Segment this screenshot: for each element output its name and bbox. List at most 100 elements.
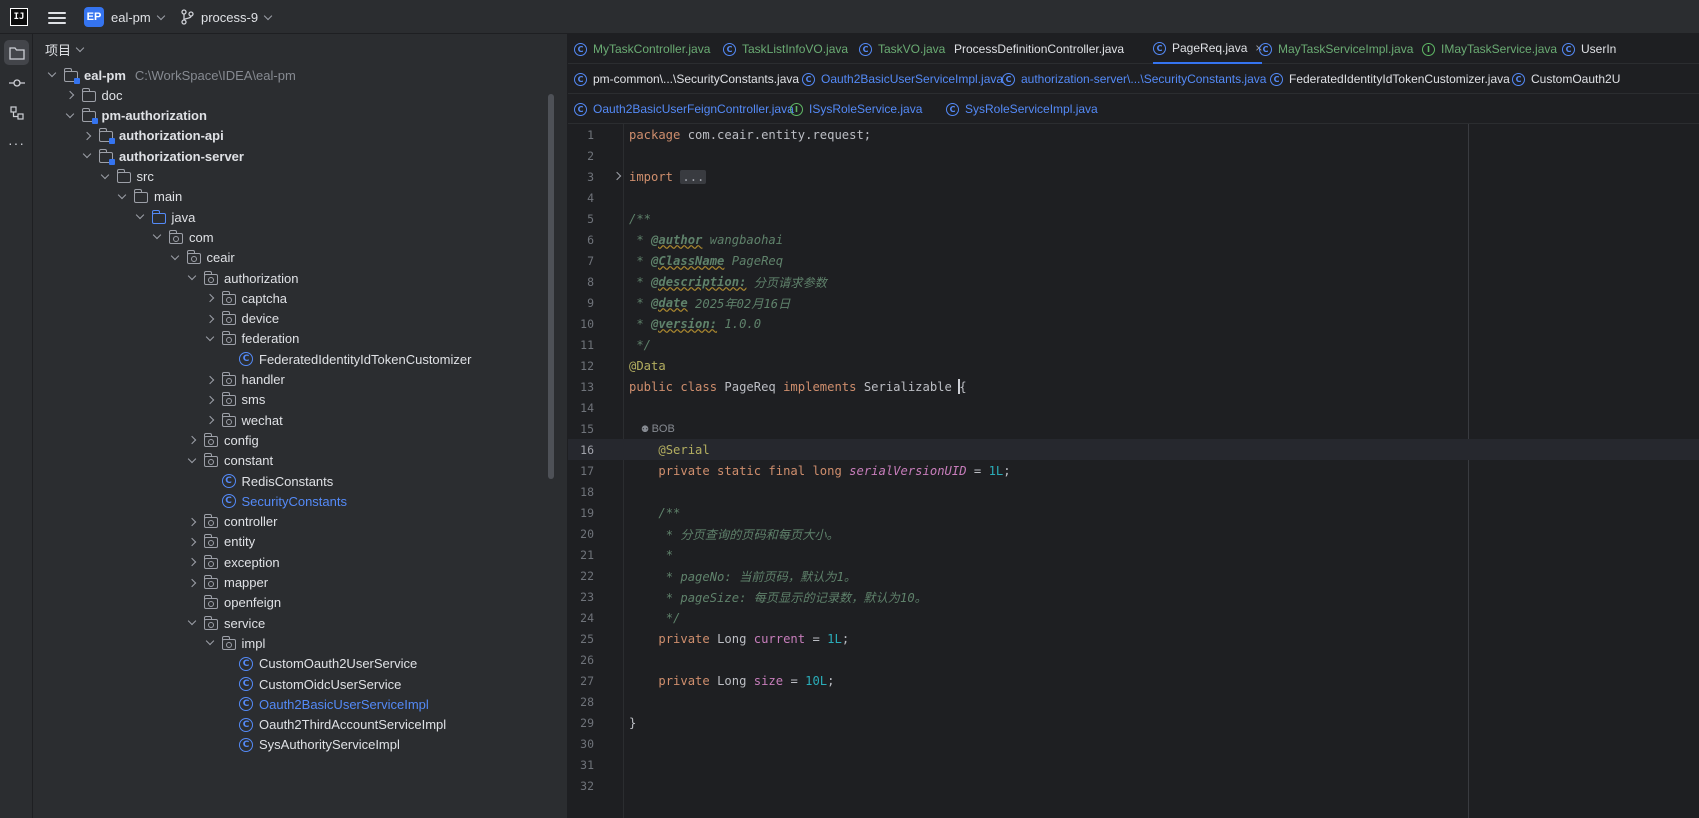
code-line[interactable]: 23 * pageSize: 每页显示的记录数，默认为10。 xyxy=(568,586,1699,607)
code-line[interactable]: 3 import ... xyxy=(568,166,1699,187)
collapse-arrow-icon[interactable] xyxy=(203,291,217,305)
tree-row[interactable]: C SysAuthorityServiceImpl xyxy=(33,734,553,756)
tree-row[interactable]: constant xyxy=(33,450,553,472)
code-line[interactable]: 12 @Data xyxy=(568,355,1699,376)
project-switcher[interactable]: EP eal-pm xyxy=(84,5,165,29)
collapse-arrow-icon[interactable] xyxy=(185,555,199,569)
expand-arrow-icon[interactable] xyxy=(98,170,112,184)
panel-header[interactable]: 项目 xyxy=(33,34,567,64)
commit-tool-button[interactable] xyxy=(4,70,29,95)
project-tool-button[interactable] xyxy=(4,40,29,65)
expand-arrow-icon[interactable] xyxy=(45,68,59,82)
tree-row[interactable]: C CustomOidcUserService xyxy=(33,673,553,695)
editor-tab[interactable]: ProcessDefinitionController.java xyxy=(954,34,1124,64)
tree-row[interactable]: exception xyxy=(33,551,553,573)
code-line[interactable]: 19 /** xyxy=(568,502,1699,523)
code-line[interactable]: 13 public class PageReq implements Serial… xyxy=(568,376,1699,397)
tree-row[interactable]: service xyxy=(33,612,553,634)
editor-tab[interactable]: C FederatedIdentityIdTokenCustomizer.java xyxy=(1270,64,1510,94)
tree-row[interactable]: openfeign xyxy=(33,592,553,614)
code-line[interactable]: 10 * @version: 1.0.0 xyxy=(568,313,1699,334)
editor-tab[interactable]: I IMayTaskService.java xyxy=(1422,34,1557,64)
code-line[interactable]: 11 */ xyxy=(568,334,1699,355)
tree-row[interactable]: federation xyxy=(33,328,553,350)
tree-row[interactable]: C SecurityConstants xyxy=(33,490,553,512)
editor-tab[interactable]: Cauthorization-server\...\SecurityConsta… xyxy=(1002,64,1266,94)
code-line[interactable]: 1 package com.ceair.entity.request; xyxy=(568,124,1699,145)
expand-arrow-icon[interactable] xyxy=(63,109,77,123)
code-line[interactable]: 2 xyxy=(568,145,1699,166)
collapse-arrow-icon[interactable] xyxy=(203,393,217,407)
editor-tab[interactable]: C CustomOauth2U xyxy=(1512,64,1620,94)
expand-arrow-icon[interactable] xyxy=(80,149,94,163)
tree-row[interactable]: controller xyxy=(33,511,553,533)
author-inlay-wrap[interactable]: ⚉ BOB xyxy=(641,423,675,435)
code-line[interactable]: 31 xyxy=(568,754,1699,775)
expand-arrow-icon[interactable] xyxy=(185,454,199,468)
intellij-logo-icon[interactable]: IJ xyxy=(10,8,28,26)
collapse-arrow-icon[interactable] xyxy=(185,535,199,549)
code-line[interactable]: 5 /** xyxy=(568,208,1699,229)
code-line[interactable]: 15 ⚉ BOB xyxy=(568,418,1699,439)
vertical-scrollbar[interactable] xyxy=(548,94,554,479)
code-line[interactable]: 14 xyxy=(568,397,1699,418)
editor-tab[interactable]: C Oauth2BasicUserServiceImpl.java xyxy=(802,64,1003,94)
editor-tab[interactable]: C PageReq.java × xyxy=(1153,34,1263,64)
code-line[interactable]: 29} xyxy=(568,712,1699,733)
code-line[interactable]: 16 @Serial xyxy=(568,439,1699,460)
code-line[interactable]: 9 * @date 2025年02月16日 xyxy=(568,292,1699,313)
tree-row[interactable]: mapper xyxy=(33,572,553,594)
tree-row[interactable]: pm-authorization xyxy=(33,105,553,127)
tree-row[interactable]: wechat xyxy=(33,409,553,431)
tree-row[interactable]: C Oauth2ThirdAccountServiceImpl xyxy=(33,714,553,736)
code-line[interactable]: 4 xyxy=(568,187,1699,208)
code-line[interactable]: 30 xyxy=(568,733,1699,754)
expand-arrow-icon[interactable] xyxy=(203,636,217,650)
tree-row[interactable]: ceair xyxy=(33,247,553,269)
tree-row[interactable]: main xyxy=(33,186,553,208)
expand-arrow-icon[interactable] xyxy=(185,616,199,630)
collapse-arrow-icon[interactable] xyxy=(185,433,199,447)
code-line[interactable]: 20 * 分页查询的页码和每页大小。 xyxy=(568,523,1699,544)
main-menu-icon[interactable] xyxy=(48,9,66,25)
tree-row[interactable]: C CustomOauth2UserService xyxy=(33,653,553,675)
expand-arrow-icon[interactable] xyxy=(203,332,217,346)
tree-row[interactable]: com xyxy=(33,226,553,248)
code-line[interactable]: 27 private Long size = 10L; xyxy=(568,670,1699,691)
expand-arrow-icon[interactable] xyxy=(185,271,199,285)
editor-tab[interactable]: I ISysRoleService.java xyxy=(790,94,922,124)
tree-row[interactable]: C FederatedIdentityIdTokenCustomizer xyxy=(33,348,553,370)
tree-row[interactable]: sms xyxy=(33,389,553,411)
expand-arrow-icon[interactable] xyxy=(133,210,147,224)
collapse-arrow-icon[interactable] xyxy=(203,312,217,326)
code-line[interactable]: 18 xyxy=(568,481,1699,502)
tree-row[interactable]: handler xyxy=(33,369,553,391)
structure-tool-button[interactable] xyxy=(4,100,29,125)
code-line[interactable]: 28 xyxy=(568,691,1699,712)
code-line[interactable]: 24 */ xyxy=(568,607,1699,628)
code-line[interactable]: 7 * @ClassName PageReq xyxy=(568,250,1699,271)
editor-tab[interactable]: C SysRoleServiceImpl.java xyxy=(946,94,1098,124)
code-line[interactable]: 6 * @author wangbaohai xyxy=(568,229,1699,250)
code-line[interactable]: 21 * xyxy=(568,544,1699,565)
collapse-arrow-icon[interactable] xyxy=(80,129,94,143)
tree-row[interactable]: device xyxy=(33,308,553,330)
tree-row[interactable]: authorization xyxy=(33,267,553,289)
collapse-arrow-icon[interactable] xyxy=(185,576,199,590)
tree-row[interactable]: authorization-api xyxy=(33,125,553,147)
tree-row[interactable]: C Oauth2BasicUserServiceImpl xyxy=(33,693,553,715)
editor-tab[interactable]: C Oauth2BasicUserFeignController.java xyxy=(574,94,794,124)
tree-row[interactable]: doc xyxy=(33,84,553,106)
author-inlay[interactable]: BOB xyxy=(652,423,675,435)
editor-tab[interactable]: C UserIn xyxy=(1562,34,1616,64)
tree-row[interactable]: eal-pm C:\WorkSpace\IDEA\eal-pm xyxy=(33,64,553,86)
collapse-arrow-icon[interactable] xyxy=(203,373,217,387)
code-line[interactable]: 25 private Long current = 1L; xyxy=(568,628,1699,649)
expand-arrow-icon[interactable] xyxy=(168,251,182,265)
code-line[interactable]: 17 private static final long serialVersi… xyxy=(568,460,1699,481)
editor-tab[interactable]: Cpm-common\...\SecurityConstants.java xyxy=(574,64,799,94)
editor-tab[interactable]: C MayTaskServiceImpl.java xyxy=(1259,34,1413,64)
code-line[interactable]: 8 * @description: 分页请求参数 xyxy=(568,271,1699,292)
tree-row[interactable]: config xyxy=(33,429,553,451)
tree-row[interactable]: src xyxy=(33,166,553,188)
